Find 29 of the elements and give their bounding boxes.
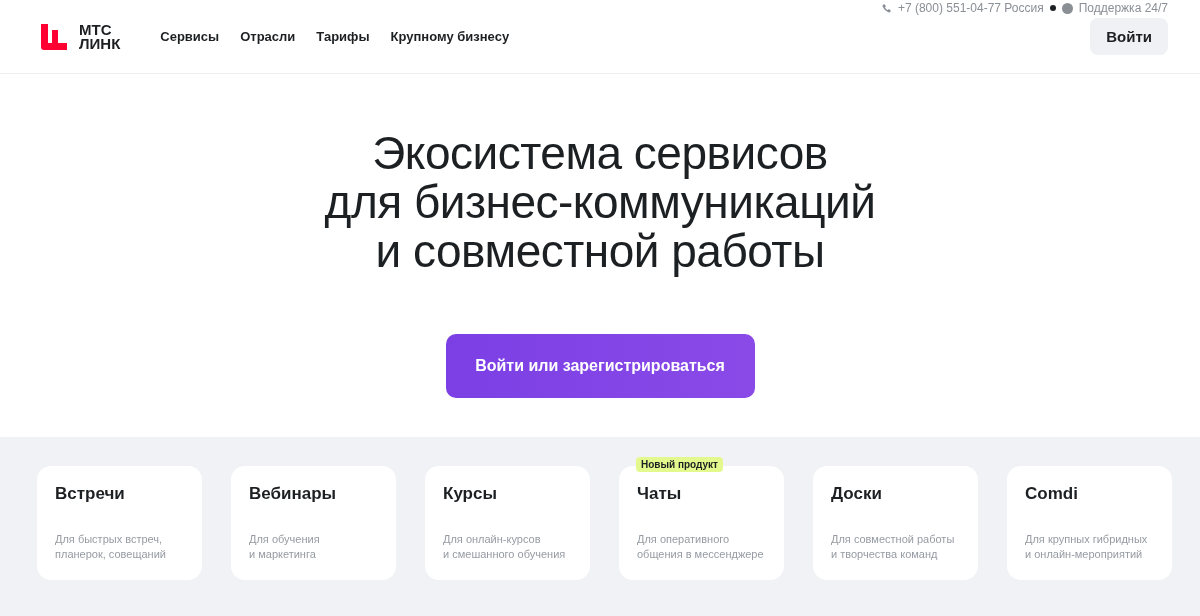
logo-text: МТС ЛИНК	[79, 22, 121, 51]
product-title: Вебинары	[249, 484, 338, 504]
product-title: Встречи	[55, 484, 126, 504]
hero-title: Экосистема сервисов для бизнес-коммуникаций и совместной работы	[324, 129, 876, 276]
product-title: Чаты	[637, 484, 683, 504]
product-card[interactable]: Встречи Для быстрых встреч, планерок, совещаний	[37, 466, 202, 580]
product-description: Для совместной работы и творчества команд	[831, 532, 956, 562]
product-description: Для онлайн-курсов и смешанного обучения	[443, 532, 567, 562]
nav-link[interactable]: Крупному бизнесу	[390, 29, 510, 44]
login-button[interactable]: Войти	[1090, 18, 1168, 55]
nav-link[interactable]: Сервисы	[160, 29, 220, 44]
logo-icon	[41, 23, 67, 50]
phone-icon	[881, 3, 892, 13]
product-description: Для быстрых встреч, планерок, совещаний	[55, 532, 167, 562]
signup-button[interactable]: Войти или зарегистрироваться	[445, 334, 755, 398]
product-title: Курсы	[443, 484, 498, 504]
product-card[interactable]: Доски Для совместной работы и творчества команд	[813, 466, 978, 580]
product-card[interactable]: Comdi Для крупных гибридных и онлайн-мероприятий	[1007, 466, 1172, 580]
product-description: Для оперативного общения в мессенджере	[637, 532, 765, 562]
nav-link[interactable]: Тарифы	[316, 29, 370, 44]
product-description: Для обучения и маркетинга	[249, 532, 321, 562]
product-card[interactable]: Вебинары Для обучения и маркетинга	[231, 466, 396, 580]
nav-link[interactable]: Отрасли	[240, 29, 296, 44]
product-description: Для крупных гибридных и онлайн-мероприятий	[1025, 532, 1149, 562]
product-card[interactable]: Курсы Для онлайн-курсов и смешанного обучения	[425, 466, 590, 580]
product-title: Comdi	[1025, 484, 1079, 504]
new-badge: Новый продукт	[636, 457, 723, 472]
product-title: Доски	[831, 484, 883, 504]
dot-icon	[1049, 5, 1056, 11]
